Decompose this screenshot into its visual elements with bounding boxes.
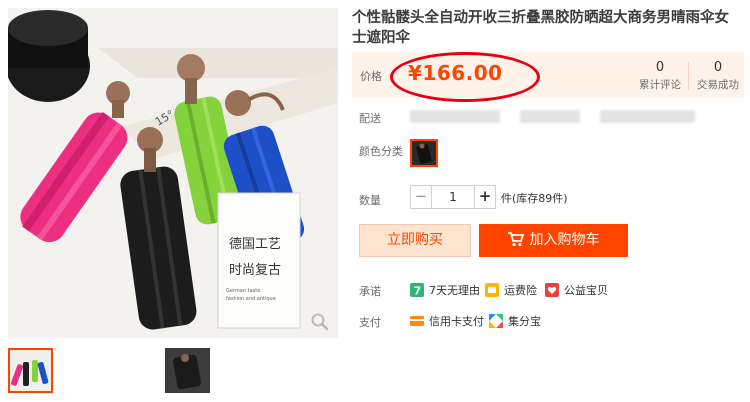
promise-charity[interactable]: 公益宝贝 xyxy=(545,282,608,298)
price-label: 价格 xyxy=(360,70,382,83)
promise-label: 承诺 xyxy=(359,285,381,298)
quantity-increase-button[interactable]: + xyxy=(474,185,496,209)
payment-jifenbao[interactable]: 集分宝 xyxy=(489,313,541,329)
zoom-icon[interactable] xyxy=(310,312,330,332)
thumbnail-1-image xyxy=(10,360,49,386)
sales-stat: 0 交易成功 xyxy=(692,60,744,92)
thumbnail-2[interactable] xyxy=(165,348,210,393)
promise-shipping-label: 运费险 xyxy=(504,284,537,297)
charity-icon xyxy=(545,283,559,297)
main-image-small-text-line2: fashion and antique xyxy=(226,296,276,302)
promise-7day-return[interactable]: 7 7天无理由 xyxy=(410,282,480,298)
payment-credit-card[interactable]: 信用卡支付 xyxy=(410,313,484,329)
buy-now-button[interactable]: 立即购买 xyxy=(359,224,471,257)
sales-label: 交易成功 xyxy=(697,79,739,91)
payment-credit-card-label: 信用卡支付 xyxy=(429,315,484,328)
main-image-small-text-line1: German taste xyxy=(226,288,260,294)
delivery-location-blurred xyxy=(410,110,500,123)
reviews-stat[interactable]: 0 累计评论 xyxy=(634,60,686,92)
quantity-label: 数量 xyxy=(359,194,381,207)
payment-jifenbao-label: 集分宝 xyxy=(508,315,541,328)
promise-charity-label: 公益宝贝 xyxy=(564,284,608,297)
svg-text:7: 7 xyxy=(414,285,422,298)
add-to-cart-button[interactable]: 加入购物车 xyxy=(479,224,628,257)
main-product-image[interactable]: 德国工艺 时尚复古 German taste fashion and antiq… xyxy=(8,8,338,338)
payment-label: 支付 xyxy=(359,316,381,329)
color-swatch-black[interactable] xyxy=(410,139,438,167)
main-image-text-line2: 时尚复古 xyxy=(229,263,281,278)
color-swatch-image xyxy=(412,141,436,165)
delivery-fee-blurred xyxy=(520,110,580,123)
price-value: ¥166.00 xyxy=(408,61,503,85)
color-label: 颜色分类 xyxy=(359,145,403,158)
credit-card-icon xyxy=(410,316,424,326)
umbrella-photo: 德国工艺 时尚复古 German taste fashion and antiq… xyxy=(8,10,338,330)
delivery-label: 配送 xyxy=(359,112,381,125)
promise-7day-label: 7天无理由 xyxy=(429,284,480,297)
shipping-insurance-icon xyxy=(485,283,499,297)
seven-day-icon: 7 xyxy=(410,283,424,297)
price-panel: 价格 ¥166.00 0 累计评论 0 交易成功 xyxy=(352,52,744,102)
add-to-cart-label: 加入购物车 xyxy=(529,232,600,248)
quantity-decrease-button[interactable]: − xyxy=(410,185,432,209)
reviews-count: 0 xyxy=(655,60,665,75)
delivery-time-blurred xyxy=(600,110,695,123)
jifenbao-icon xyxy=(489,314,503,328)
cart-icon xyxy=(507,232,524,247)
product-title: 个性骷髅头全自动开收三折叠黑胶防晒超大商务男晴雨伞女士遮阳伞 xyxy=(352,10,729,46)
quantity-input[interactable]: 1 xyxy=(432,185,474,209)
thumbnail-1[interactable] xyxy=(8,348,53,393)
thumbnail-2-image xyxy=(165,348,210,393)
reviews-label: 累计评论 xyxy=(639,79,681,91)
promise-shipping-insurance[interactable]: 运费险 xyxy=(485,282,537,298)
main-image-text-line1: 德国工艺 xyxy=(229,237,281,252)
sales-count: 0 xyxy=(713,60,723,75)
stat-divider xyxy=(688,62,689,90)
stock-info: 件(库存89件) xyxy=(501,192,568,205)
